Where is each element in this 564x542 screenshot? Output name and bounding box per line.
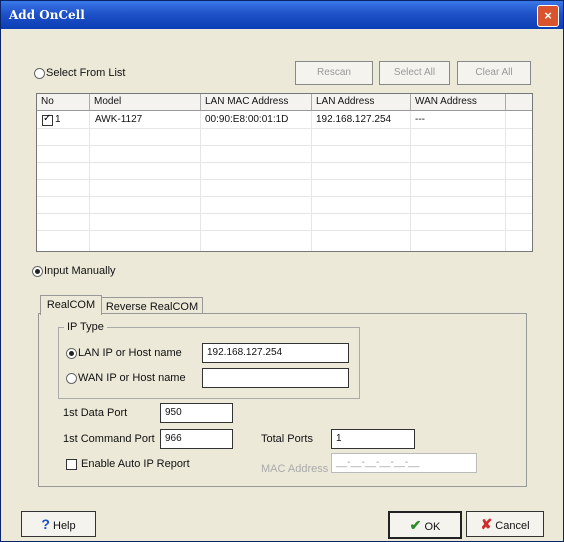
window-title: Add OnCell	[9, 8, 85, 22]
wan-ip-label: WAN IP or Host name	[78, 372, 186, 384]
lan-ip-input[interactable]: 192.168.127.254	[202, 343, 349, 363]
column-header-empty	[506, 94, 532, 111]
row-lan-mac: 00:90:E8:00:01:1D	[205, 114, 289, 125]
rescan-button[interactable]: Rescan	[295, 61, 373, 85]
command-port-label: 1st Command Port	[63, 433, 155, 445]
lan-ip-label: LAN IP or Host name	[78, 347, 182, 359]
grid-line	[37, 179, 532, 180]
wan-ip-radio[interactable]	[66, 373, 77, 384]
column-header-wan-address[interactable]: WAN Address	[411, 94, 506, 111]
oncell-list-table[interactable]: No Model LAN MAC Address LAN Address WAN…	[36, 93, 533, 252]
row-model: AWK-1127	[95, 114, 143, 125]
column-header-no[interactable]: No	[37, 94, 90, 111]
cancel-x-icon: ✘	[480, 516, 493, 532]
column-header-lan-address[interactable]: LAN Address	[312, 94, 411, 111]
select-from-list-radio[interactable]	[34, 68, 45, 79]
command-port-input[interactable]: 966	[160, 429, 233, 449]
help-label: Help	[53, 520, 76, 532]
row-lan-address: 192.168.127.254	[316, 114, 392, 125]
data-port-label: 1st Data Port	[63, 407, 128, 419]
select-all-button[interactable]: Select All	[379, 61, 450, 85]
grid-line	[37, 128, 532, 129]
total-ports-input[interactable]: 1	[331, 429, 415, 449]
grid-line	[311, 111, 312, 251]
clear-all-button[interactable]: Clear All	[457, 61, 531, 85]
cancel-label: Cancel	[495, 520, 530, 532]
check-icon: ✔	[409, 517, 422, 533]
select-from-list-label: Select From List	[46, 67, 126, 79]
ip-type-group	[58, 327, 360, 399]
mac-address-input[interactable]: __-__-__-__-__-__	[331, 453, 477, 473]
wan-ip-input[interactable]	[202, 368, 349, 388]
grid-line	[410, 111, 411, 251]
help-button[interactable]: ? Help	[21, 511, 96, 537]
grid-line	[37, 230, 532, 231]
total-ports-label: Total Ports	[261, 433, 313, 445]
column-header-lan-mac[interactable]: LAN MAC Address	[201, 94, 312, 111]
grid-line	[37, 196, 532, 197]
column-header-model[interactable]: Model	[90, 94, 201, 111]
grid-line	[200, 111, 201, 251]
help-icon: ?	[41, 516, 50, 532]
grid-line	[505, 111, 506, 251]
grid-line	[37, 213, 532, 214]
data-port-input[interactable]: 950	[160, 403, 233, 423]
add-oncell-dialog: Add OnCell × Select From List Rescan Sel…	[0, 0, 564, 542]
cancel-button[interactable]: ✘ Cancel	[466, 511, 544, 537]
ok-label: OK	[424, 521, 441, 533]
title-bar: Add OnCell ×	[1, 1, 563, 29]
auto-ip-report-label: Enable Auto IP Report	[81, 458, 190, 470]
tab-realcom[interactable]: RealCOM	[40, 295, 102, 315]
auto-ip-report-checkbox[interactable]	[66, 459, 77, 470]
ok-button[interactable]: ✔ OK	[388, 511, 462, 539]
grid-line	[89, 111, 90, 251]
ip-type-label: IP Type	[64, 321, 107, 333]
lan-ip-radio[interactable]	[66, 348, 77, 359]
input-manually-label: Input Manually	[44, 265, 116, 277]
row-checkbox[interactable]	[42, 113, 53, 126]
close-button[interactable]: ×	[537, 5, 559, 27]
input-manually-radio[interactable]	[32, 266, 43, 277]
row-wan-address: ---	[415, 114, 425, 125]
mac-address-label: MAC Address	[261, 463, 329, 475]
grid-line	[37, 145, 532, 146]
row-no: 1	[55, 114, 61, 125]
grid-line	[37, 162, 532, 163]
